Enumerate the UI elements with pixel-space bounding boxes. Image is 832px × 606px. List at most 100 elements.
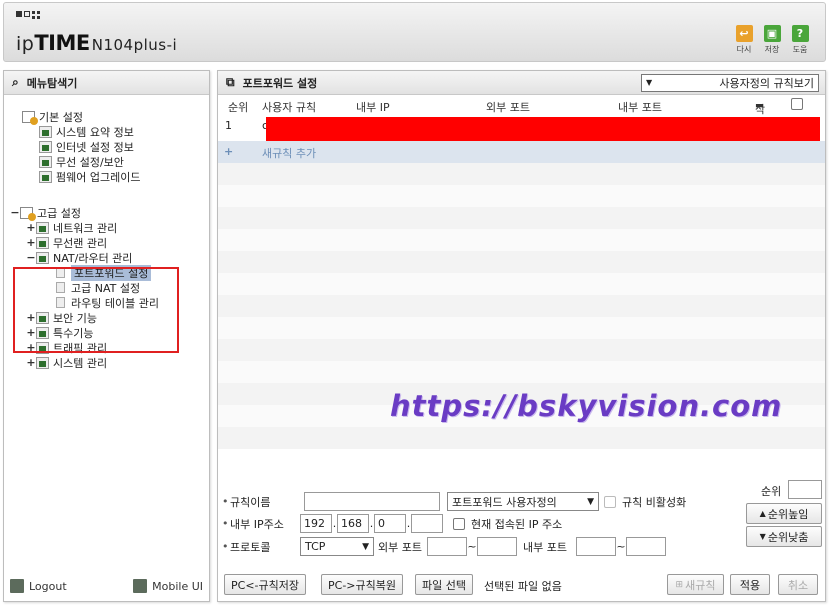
rank-down-button[interactable]: ▼ 순위낮춤 [746, 526, 822, 547]
save-button[interactable]: ▣ 저장 [761, 25, 783, 55]
protocol-row: • 프로토콜 TCP ▼ 외부 포트 ~ 내부 포트 ~ [222, 537, 666, 556]
menu-explorer-header: ⌕ 메뉴탐색기 [4, 71, 209, 95]
collapse-icon[interactable]: − [26, 251, 36, 264]
tree-item-nat-router[interactable]: − NAT/라우터 관리 [26, 250, 132, 265]
tree-label: 무선랜 관리 [53, 236, 108, 250]
expand-icon[interactable]: + [26, 236, 36, 249]
tree-item-network-management[interactable]: + 네트워크 관리 [26, 220, 117, 235]
disable-rule-checkbox[interactable] [604, 495, 616, 508]
internal-ip-row: • 내부 IP주소 192 . 168 . 0 . 현재 접속된 IP 주소 [222, 514, 562, 533]
tree-label: 시스템 관리 [53, 356, 108, 370]
brand-time: TIME [34, 31, 90, 55]
save-label: 저장 [764, 45, 780, 54]
tree-item-wireless-management[interactable]: + 무선랜 관리 [26, 235, 107, 250]
window-icon: ⧉ [226, 75, 235, 89]
menu-explorer-title: 메뉴탐색기 [26, 76, 78, 90]
network-icon [36, 221, 49, 234]
expand-icon[interactable]: + [26, 356, 36, 369]
new-rule-button[interactable]: ⊞ 새규칙 [667, 574, 724, 595]
col-internal-ip: 내부 IP [356, 101, 390, 114]
tree-label: 시스템 요약 정보 [56, 125, 134, 139]
internal-port-end-input[interactable] [625, 537, 666, 556]
rule-name-input[interactable] [304, 492, 440, 511]
col-rank: 순위 [228, 101, 249, 114]
preset-select[interactable]: 포트포워드 사용자정의 ▼ [447, 492, 599, 511]
rank-up-label: 순위높임 [767, 507, 809, 521]
apply-button[interactable]: 적용 [730, 574, 770, 595]
logout-link[interactable]: Logout [10, 579, 67, 593]
tree-item-system-management[interactable]: + 시스템 관리 [26, 355, 107, 370]
logout-icon [10, 579, 24, 593]
help-icon: ? [791, 25, 809, 42]
chevron-down-icon: ▼ [646, 78, 653, 87]
rank-label: 순위 [761, 485, 782, 498]
collapse-icon[interactable]: − [10, 206, 20, 219]
col-rule: 사용자 규칙 [262, 101, 317, 114]
redaction-bar [266, 117, 820, 142]
tree-item-wireless-security[interactable]: 무선 설정/보안 [39, 154, 124, 169]
internal-port-label: 내부 포트 [522, 540, 567, 554]
table-row[interactable]: 1 c [218, 115, 825, 142]
watermark-text: https://bskyvision.com [390, 389, 783, 423]
tree-item-basic-settings[interactable]: 기본 설정 [22, 109, 83, 125]
rule-view-select[interactable]: ▼ 사용자정의 규칙보기 [641, 73, 819, 92]
external-port-end-input[interactable] [476, 537, 517, 556]
tree-item-system-summary[interactable]: 시스템 요약 정보 [39, 124, 134, 139]
magnifier-icon: ⌕ [12, 75, 19, 89]
tree-label: 고급 설정 [37, 206, 81, 220]
rule-name-row: • 규칙이름 포트포워드 사용자정의 ▼ 규칙 비활성화 [222, 492, 686, 511]
pc-save-rules-button[interactable]: PC<-규칙저장 [224, 574, 306, 595]
current-ip-checkbox[interactable] [453, 517, 465, 530]
expand-icon[interactable]: + [26, 221, 36, 234]
cancel-button[interactable]: 취소 [778, 574, 818, 595]
empty-row [218, 427, 825, 449]
add-rule-label: 새규칙 추가 [262, 147, 317, 160]
tree-label: 기본 설정 [39, 110, 83, 124]
mobile-ui-link[interactable]: Mobile UI [133, 579, 203, 593]
mobile-icon [133, 579, 148, 593]
ip-octet-1-input[interactable]: 192 [300, 514, 332, 533]
tree-item-internet-info[interactable]: 인터넷 설정 정보 [39, 139, 134, 154]
select-all-checkbox[interactable] [791, 98, 803, 110]
empty-row [218, 339, 825, 361]
logout-icon: ↩ [735, 25, 753, 42]
current-ip-label: 현재 접속된 IP 주소 [471, 517, 563, 531]
highlight-annotation [13, 267, 179, 353]
folder-icon [20, 206, 36, 221]
file-select-button[interactable]: 파일 선택 [415, 574, 473, 595]
protocol-select[interactable]: TCP ▼ [300, 537, 374, 556]
add-icon: + [224, 145, 234, 158]
chevron-down-icon: ▼ [362, 541, 369, 552]
internet-page-icon [39, 140, 52, 153]
help-label: 도움 [792, 45, 808, 54]
tree-label: NAT/라우터 관리 [53, 251, 133, 265]
internal-port-start-input[interactable] [575, 537, 616, 556]
empty-row [218, 229, 825, 251]
col-internal-port: 내부 포트 [618, 101, 662, 114]
logout-text: Logout [29, 579, 67, 593]
internal-ip-label: 내부 IP주소 [230, 517, 284, 531]
new-rule-label: 새규칙 [685, 578, 716, 592]
tree-item-firmware-upgrade[interactable]: 펌웨어 업그레이드 [39, 169, 140, 184]
ip-octet-3-input[interactable]: 0 [374, 514, 406, 533]
pc-restore-rules-button[interactable]: PC->규칙복원 [321, 574, 403, 595]
system-icon [36, 356, 49, 369]
ip-octet-2-input[interactable]: 168 [337, 514, 369, 533]
firmware-page-icon [39, 170, 52, 183]
triangle-down-icon: ▼ [759, 532, 766, 541]
mobile-ui-text: Mobile UI [152, 579, 203, 593]
rank-input[interactable] [788, 480, 822, 499]
rank-up-button[interactable]: ▲ 순위높임 [746, 503, 822, 524]
empty-row [218, 251, 825, 273]
wireless-icon [36, 236, 49, 249]
external-port-start-input[interactable] [426, 537, 467, 556]
tree-item-advanced-settings[interactable]: − 고급 설정 [10, 205, 81, 221]
ip-octet-4-input[interactable] [411, 514, 443, 533]
tree-label: 무선 설정/보안 [56, 155, 124, 169]
add-rule-row[interactable]: + 새규칙 추가 [218, 141, 825, 163]
protocol-value: TCP [305, 540, 326, 553]
logout-button[interactable]: ↩ 다시 [733, 25, 755, 55]
file-status-text: 선택된 파일 없음 [484, 580, 562, 593]
brand-logo: ipTIME N104plus-i [16, 31, 177, 55]
help-button[interactable]: ? 도움 [789, 25, 811, 55]
